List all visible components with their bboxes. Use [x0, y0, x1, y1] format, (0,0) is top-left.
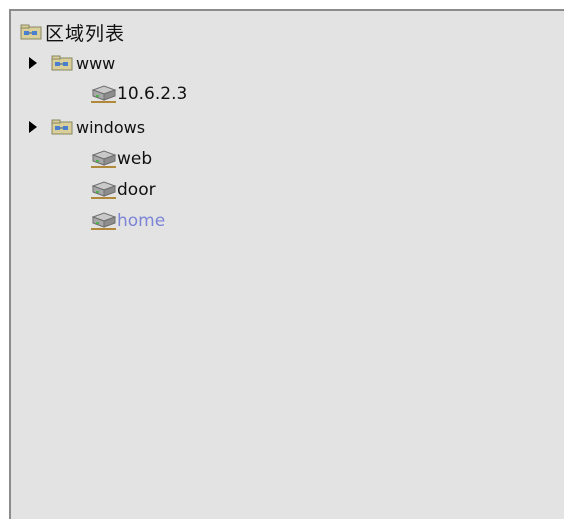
tree-leaf-web[interactable]: web — [90, 148, 152, 170]
server-icon — [91, 150, 117, 168]
server-icon — [91, 212, 117, 230]
tree-group-label: windows — [76, 117, 146, 137]
expand-arrow-icon[interactable] — [27, 56, 39, 70]
tree-root-label: 区域列表 — [45, 22, 126, 45]
tree-leaf-home[interactable]: home — [90, 210, 165, 232]
tree-group-windows[interactable]: windows — [27, 116, 145, 138]
expand-arrow-icon[interactable] — [27, 120, 39, 134]
tree-leaf-label: home — [117, 211, 166, 231]
tree-leaf-label: web — [117, 149, 153, 169]
server-icon — [91, 181, 117, 199]
region-tree-panel: 区域列表 www 10.6.2.3 windows web door home — [9, 9, 564, 519]
tree-leaf-label: door — [117, 180, 156, 200]
tree-leaf-label: 10.6.2.3 — [117, 84, 188, 104]
server-icon — [91, 85, 117, 103]
tree-root-node[interactable]: 区域列表 — [20, 21, 126, 45]
folder-network-icon — [20, 24, 42, 39]
tree-leaf-10-6-2-3[interactable]: 10.6.2.3 — [90, 83, 187, 105]
folder-network-icon — [51, 55, 73, 70]
tree-group-label: www — [76, 53, 116, 73]
tree-leaf-door[interactable]: door — [90, 179, 156, 201]
tree-group-www[interactable]: www — [27, 52, 115, 74]
folder-network-icon — [51, 119, 73, 134]
